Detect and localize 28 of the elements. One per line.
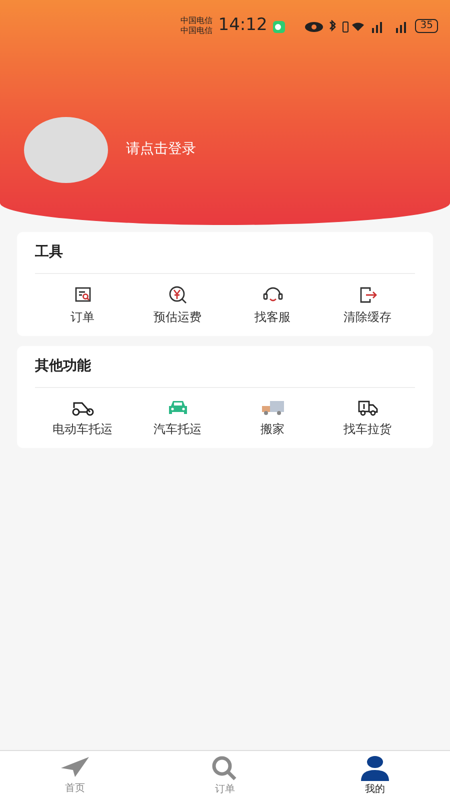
yuan-search-icon bbox=[166, 286, 188, 304]
truck-icon bbox=[260, 400, 284, 416]
feature-button[interactable]: 清除缓存 bbox=[320, 286, 415, 326]
headset-icon bbox=[262, 286, 284, 304]
tab[interactable]: 我的 bbox=[300, 751, 450, 800]
tab[interactable]: 首页 bbox=[0, 751, 150, 800]
carrier-name: 中国电信 bbox=[180, 26, 212, 36]
feature-button[interactable]: 搬家 bbox=[225, 400, 320, 438]
exit-icon bbox=[358, 286, 378, 304]
feature-button[interactable]: 预估运费 bbox=[130, 286, 225, 326]
document-icon bbox=[74, 286, 92, 304]
feature-button[interactable]: 找车拉货 bbox=[320, 400, 415, 438]
user-icon bbox=[360, 754, 390, 780]
login-link[interactable]: 请点击登录 bbox=[126, 139, 196, 160]
paper-plane-icon bbox=[60, 756, 90, 780]
scooter-icon bbox=[70, 400, 94, 416]
carrier-name: 中国电信 bbox=[180, 16, 212, 26]
truck-icon bbox=[356, 400, 378, 416]
status-time: 14:12 bbox=[218, 14, 268, 38]
section-title: 工具 bbox=[35, 232, 415, 274]
feature-button[interactable]: 找客服 bbox=[225, 286, 320, 326]
section-title: 其他功能 bbox=[35, 346, 415, 388]
car-icon bbox=[166, 400, 188, 416]
feature-button[interactable]: 电动车托运 bbox=[35, 400, 130, 438]
tab[interactable]: 订单 bbox=[150, 751, 300, 800]
feature-button[interactable]: 订单 bbox=[35, 286, 130, 326]
battery-level: 35 bbox=[415, 19, 438, 33]
feature-button[interactable]: 汽车托运 bbox=[130, 400, 225, 438]
